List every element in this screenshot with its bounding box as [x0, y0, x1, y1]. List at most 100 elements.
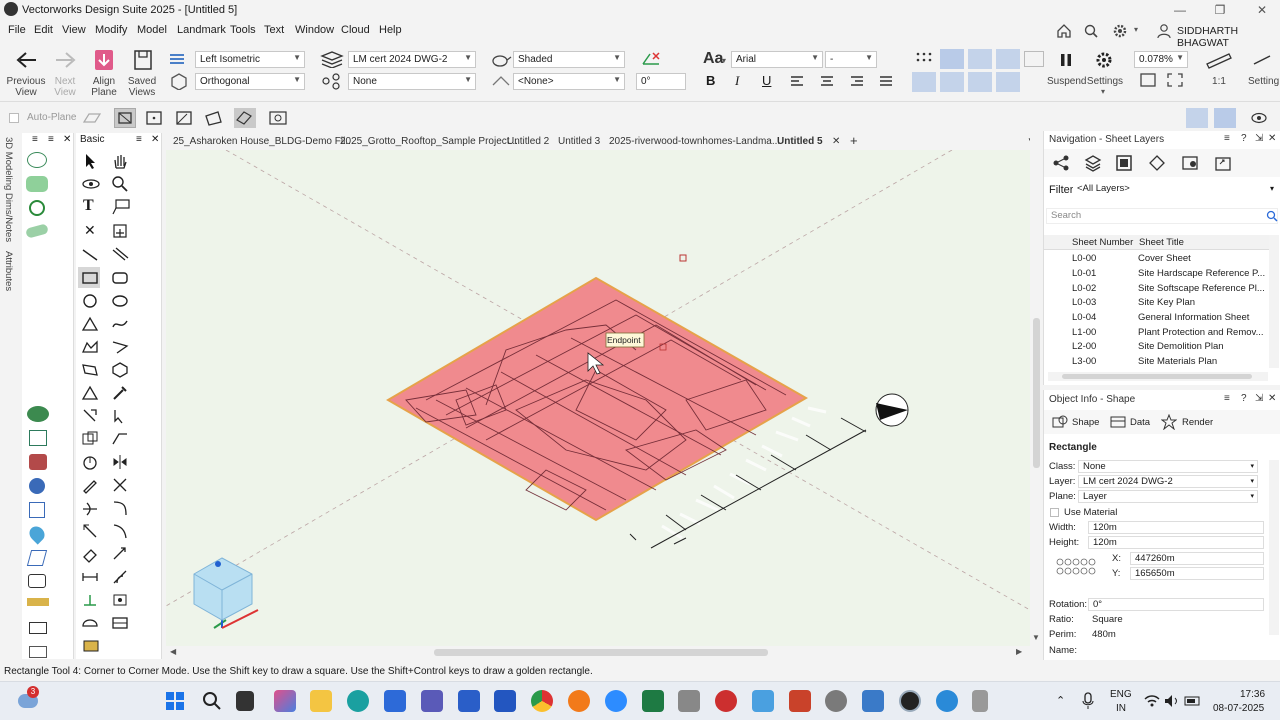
next-view-label[interactable]: Next View	[50, 76, 80, 98]
grade-icon[interactable]	[29, 430, 47, 446]
sheet-row-title[interactable]: Plant Protection and Remov...	[1138, 327, 1264, 338]
menu-view[interactable]: View	[62, 24, 86, 36]
language-primary[interactable]: ENG	[1110, 689, 1132, 700]
layer-select[interactable]: LM cert 2024 DWG-2 ▼	[348, 51, 476, 68]
copilot-icon[interactable]	[274, 690, 296, 712]
corner-to-corner-mode[interactable]	[114, 108, 136, 128]
calculator-icon[interactable]	[678, 690, 700, 712]
projection-select[interactable]: Orthogonal ▼	[195, 73, 305, 90]
plane-field[interactable]: Layer ▾	[1078, 490, 1258, 503]
menu-file[interactable]: File	[8, 24, 26, 36]
scroll-right-icon[interactable]: ▶	[1016, 647, 1022, 656]
rounded-rectangle-icon[interactable]	[111, 269, 129, 287]
menu-edit[interactable]: Edit	[34, 24, 53, 36]
app-icon[interactable]	[936, 690, 958, 712]
share-icon[interactable]	[1052, 154, 1070, 172]
visibility-toggle[interactable]	[1214, 108, 1236, 128]
height-field[interactable]: 120m	[1088, 536, 1264, 549]
sheet-row-number[interactable]: L0-04	[1072, 312, 1096, 323]
align-plane-label[interactable]: Align Plane	[88, 76, 120, 98]
width-field[interactable]: 120m	[1088, 521, 1264, 534]
gear-icon[interactable]	[1112, 23, 1128, 39]
document-settings-label[interactable]: Setting	[1248, 76, 1280, 87]
class-select[interactable]: None ▼	[348, 73, 476, 90]
move-by-points-icon[interactable]	[111, 545, 129, 563]
sheet-row-title[interactable]: Site Demolition Plan	[1138, 341, 1224, 352]
microphone-icon[interactable]	[1082, 692, 1094, 710]
fillet-icon[interactable]	[111, 499, 129, 517]
close-icon[interactable]: ✕	[1268, 393, 1276, 404]
font-select[interactable]: Arial ▼	[731, 51, 823, 68]
snap-distance-icon[interactable]	[1024, 51, 1044, 67]
object-info-scrollbar[interactable]	[1269, 460, 1279, 635]
word-icon[interactable]	[494, 690, 516, 712]
sheet-list-scrollbar[interactable]	[1269, 235, 1279, 368]
horizontal-scrollbar[interactable]: ◀ ▶	[166, 646, 1030, 659]
align-center-icon[interactable]	[820, 75, 834, 87]
vertical-scroll-thumb[interactable]	[1033, 318, 1040, 468]
menu-tools[interactable]: Tools	[230, 24, 256, 36]
rectangle-icon[interactable]	[81, 269, 99, 287]
three-point-mode[interactable]	[234, 108, 256, 128]
tab-data[interactable]: Data	[1130, 417, 1150, 428]
angle-field[interactable]: 0°	[636, 73, 686, 90]
line-icon[interactable]	[81, 246, 99, 264]
oval-icon[interactable]	[111, 292, 129, 310]
snap-angle-icon[interactable]	[968, 49, 992, 69]
references-icon[interactable]	[1214, 154, 1232, 172]
render-options-icon[interactable]	[490, 73, 512, 89]
close-icon[interactable]: ✕	[1254, 2, 1270, 18]
saved-views-icon[interactable]	[1181, 154, 1201, 172]
tab-untitled-5[interactable]: Untitled 5	[777, 136, 823, 147]
class-icon[interactable]	[320, 72, 344, 90]
tab-3d-modeling[interactable]: 3D Modeling	[3, 137, 14, 190]
align-left-icon[interactable]	[790, 75, 804, 87]
windows-start-icon[interactable]	[165, 691, 185, 711]
sheet-row-title[interactable]: Site Materials Plan	[1138, 356, 1217, 367]
horizontal-scroll-thumb[interactable]	[434, 649, 768, 656]
sheet-row-number[interactable]: L0-00	[1072, 253, 1096, 264]
hardscape-icon[interactable]	[25, 223, 49, 239]
zoom-extents-icon[interactable]	[1166, 72, 1184, 88]
user-icon[interactable]	[1157, 23, 1171, 39]
edge-mode-icon[interactable]	[175, 110, 193, 126]
zoom-app-icon[interactable]	[605, 690, 627, 712]
menu-text[interactable]: Text	[264, 24, 284, 36]
firefox-icon[interactable]	[568, 690, 590, 712]
tab-untitled-3[interactable]: Untitled 3	[558, 136, 600, 147]
excel-icon[interactable]	[642, 690, 664, 712]
usb-icon[interactable]	[972, 690, 988, 712]
sheet-list-hscroll-thumb[interactable]	[1062, 374, 1252, 379]
snap-grid-icon[interactable]	[914, 50, 934, 68]
reference-mark-icon[interactable]	[81, 614, 99, 632]
sheet-search-input[interactable]: Search	[1046, 208, 1278, 224]
text-tool-icon[interactable]: T	[83, 197, 94, 215]
photos-icon[interactable]	[752, 690, 774, 712]
freehand-icon[interactable]	[111, 315, 129, 333]
scale-ruler-icon[interactable]	[1205, 50, 1233, 70]
store-icon[interactable]	[384, 690, 406, 712]
chevron-down-icon[interactable]: ▾	[1101, 87, 1105, 96]
trim-icon[interactable]	[81, 499, 99, 517]
reference-point-icon[interactable]	[1054, 556, 1100, 578]
close-icon[interactable]: ✕	[63, 134, 71, 145]
shape-tab-icon[interactable]	[1052, 415, 1068, 429]
teams-icon[interactable]	[421, 690, 443, 712]
sheet-row-number[interactable]: L2-00	[1072, 341, 1096, 352]
previous-view-label[interactable]: Previous View	[2, 76, 50, 98]
drive-icon[interactable]	[29, 622, 47, 634]
view-select[interactable]: Left Isometric ▼	[195, 51, 305, 68]
notepad-icon[interactable]	[862, 690, 884, 712]
vectorworks-taskbar-icon[interactable]	[899, 690, 921, 712]
camera-icon[interactable]	[28, 574, 46, 588]
home-icon[interactable]	[1056, 23, 1072, 39]
palette-menu-icon[interactable]: ≡	[136, 134, 142, 145]
scroll-down-icon[interactable]: ▼	[1032, 633, 1040, 642]
landscape-area-icon[interactable]	[26, 176, 48, 192]
menu-landmark[interactable]: Landmark	[177, 24, 226, 36]
render-tab-icon[interactable]	[1161, 414, 1177, 430]
tab-attributes[interactable]: Attributes	[3, 251, 14, 291]
hardscape-object-icon[interactable]	[29, 454, 47, 470]
locus-icon[interactable]: ✕	[84, 222, 96, 239]
survey-icon[interactable]	[26, 550, 48, 566]
